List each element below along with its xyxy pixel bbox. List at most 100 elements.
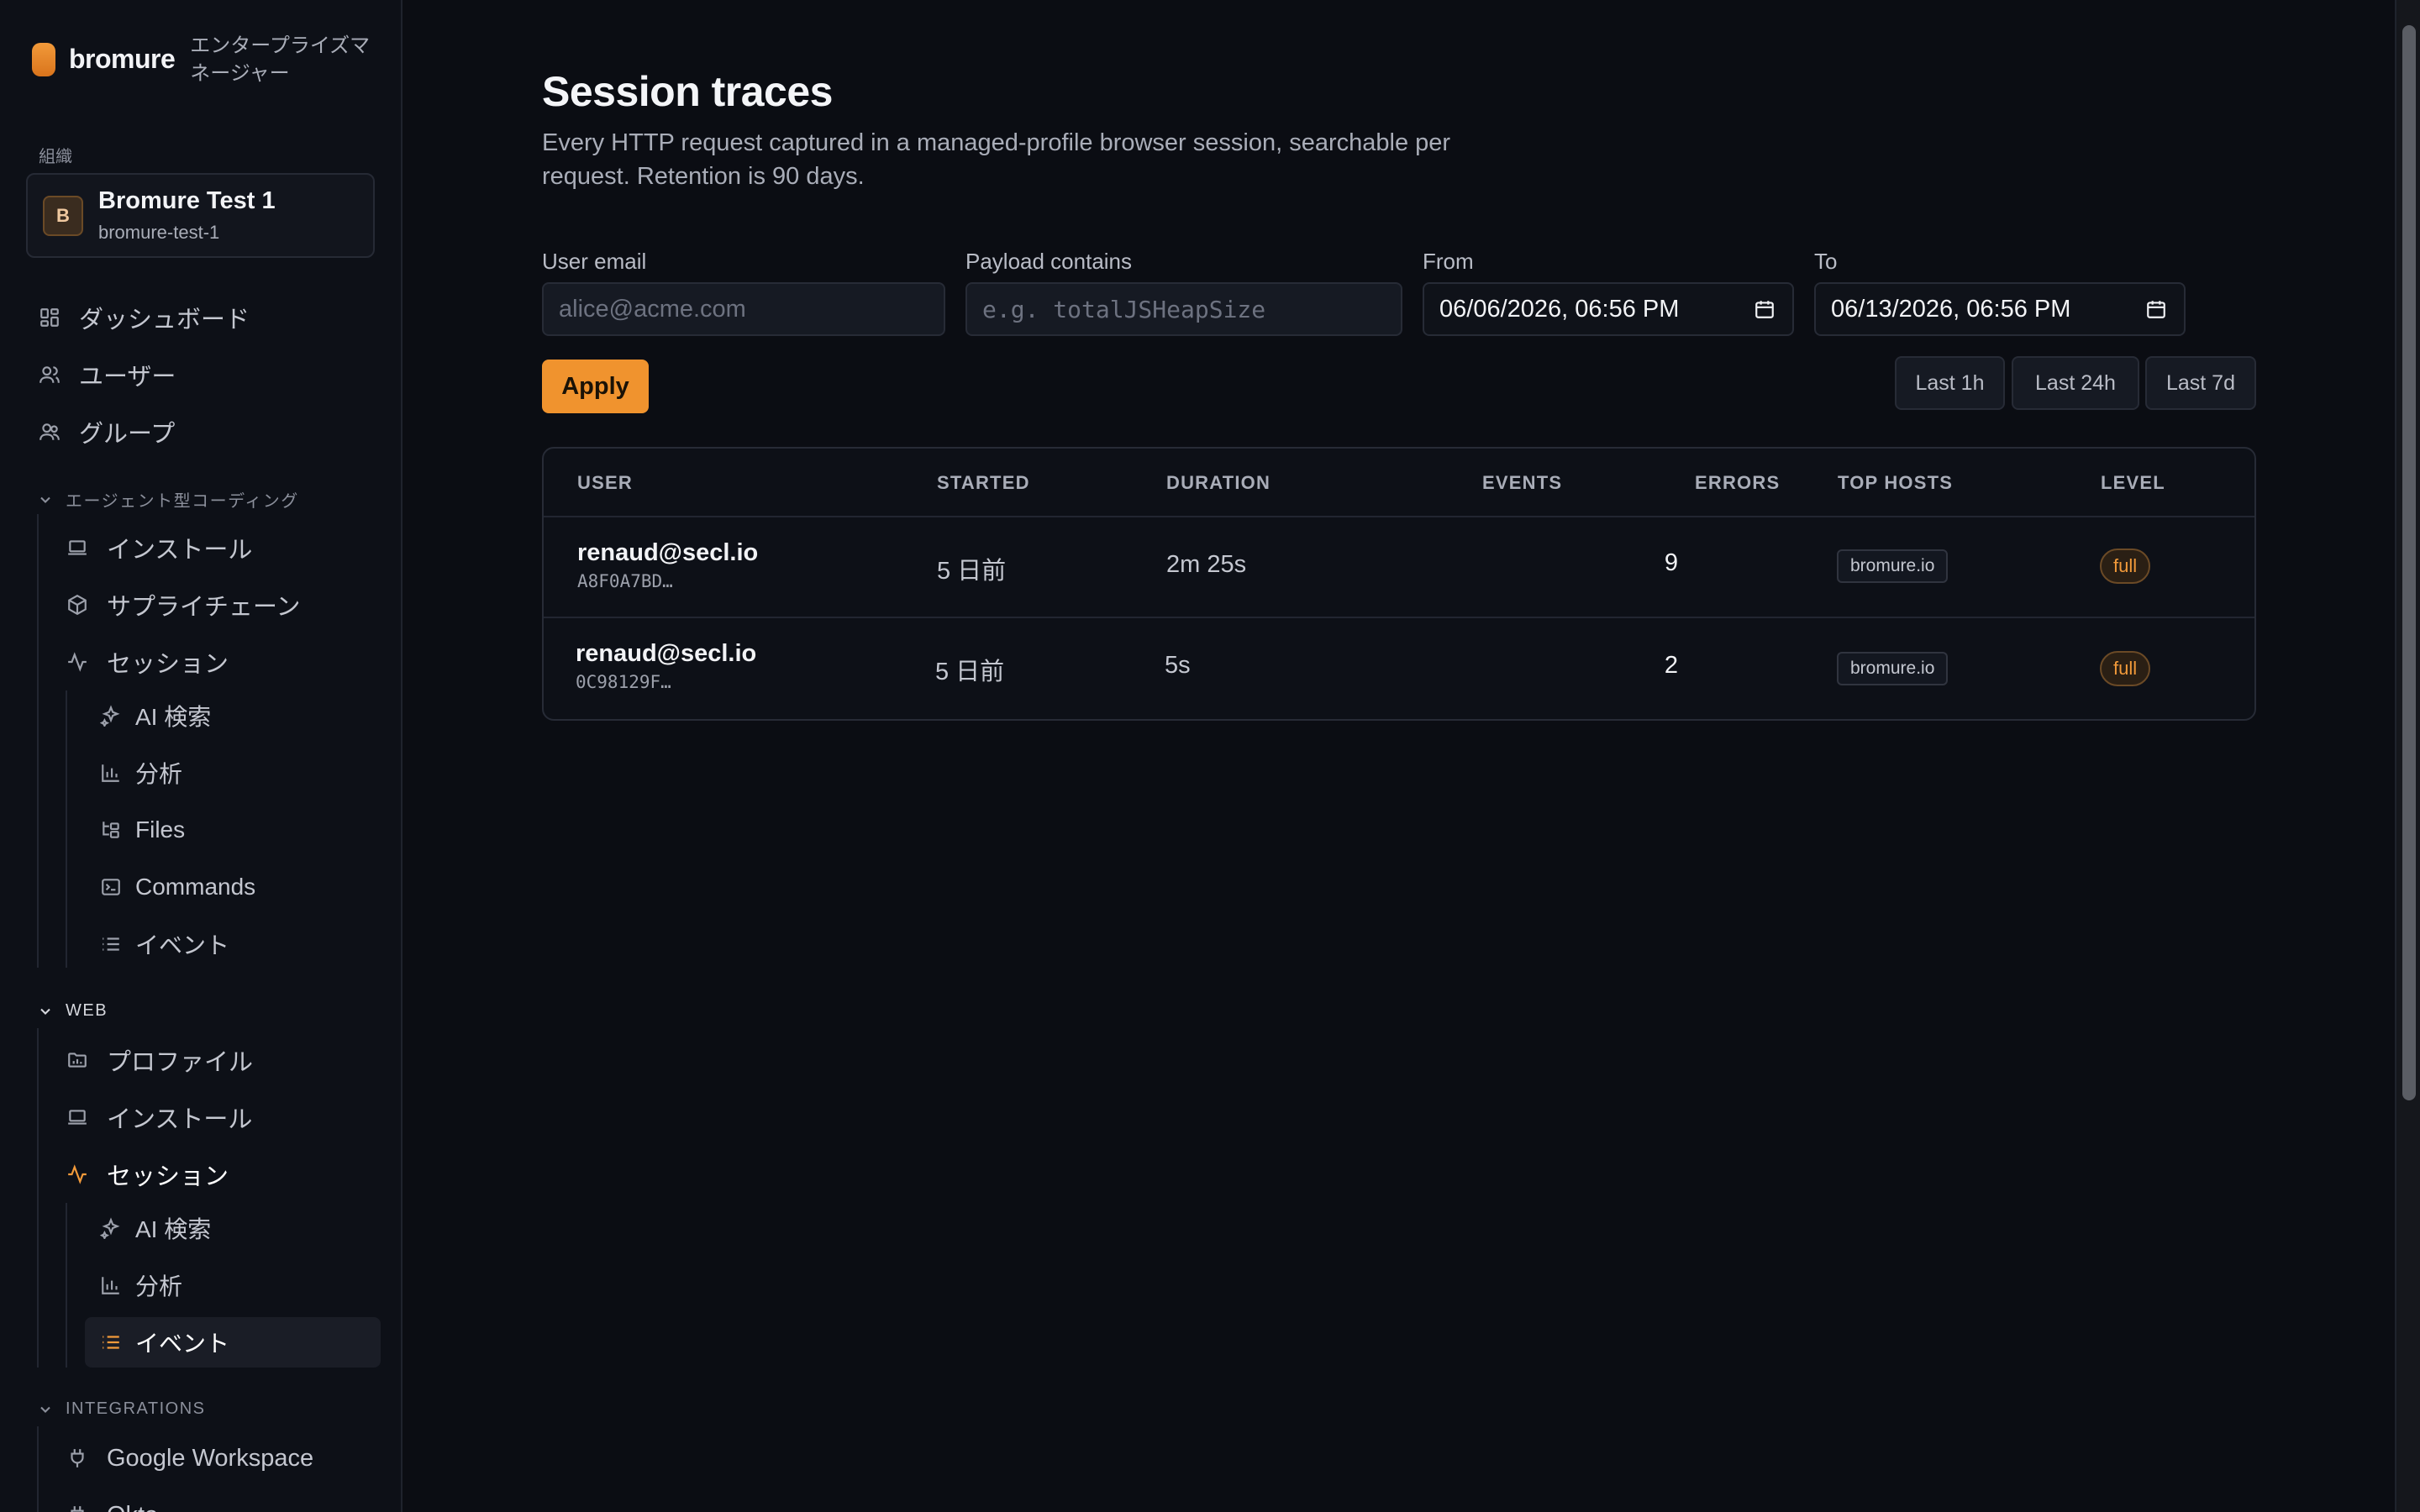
section-agentic-coding[interactable]: エージェント型コーディング [37, 487, 299, 512]
org-name: Bromure Test 1 [98, 187, 276, 214]
bar-chart-icon [98, 760, 124, 785]
sidebar-item-web-ai-search[interactable]: AI 検索 [98, 1203, 211, 1253]
column-header-level[interactable]: LEVEL [2101, 472, 2165, 494]
to-date-value: 06/13/2026, 06:56 PM [1831, 295, 2071, 323]
sessions-table: USER STARTED DURATION EVENTS ERRORS TOP … [542, 447, 2256, 721]
folder-tree-icon [98, 817, 124, 843]
sidebar-item-label: イベント [135, 1331, 230, 1357]
terminal-icon [98, 874, 124, 900]
sidebar-item-label: ダッシュボード [79, 307, 250, 333]
org-switcher[interactable]: B Bromure Test 1 bromure-test-1 [26, 173, 375, 258]
subsection-guide-line [66, 1203, 67, 1368]
last-24h-button[interactable]: Last 24h [2012, 356, 2139, 410]
user-email-input[interactable]: alice@acme.com [542, 282, 945, 336]
sidebar-item-agentic-sessions[interactable]: セッション [65, 637, 229, 687]
sidebar-item-agentic-ai-search[interactable]: AI 検索 [98, 690, 211, 741]
sidebar-item-label: インストール [107, 1106, 253, 1133]
chevron-down-icon [37, 1003, 54, 1020]
sidebar-item-web-events[interactable]: イベント [85, 1317, 381, 1368]
to-date-input[interactable]: 06/13/2026, 06:56 PM [1814, 282, 2186, 336]
section-guide-line [37, 514, 39, 968]
org-label: 組織 [39, 148, 72, 166]
sidebar-item-agentic-analytics[interactable]: 分析 [98, 748, 182, 798]
org-slug: bromure-test-1 [98, 222, 220, 243]
section-guide-line [37, 1426, 39, 1512]
subsection-guide-line [66, 690, 67, 968]
sidebar-item-label: 分析 [135, 761, 183, 787]
row-session-id: A8F0A7BD… [577, 571, 673, 591]
sidebar-item-profiles[interactable]: プロファイル [65, 1035, 253, 1085]
from-date-input[interactable]: 06/06/2026, 06:56 PM [1423, 282, 1794, 336]
section-integrations[interactable]: INTEGRATIONS [37, 1399, 206, 1419]
sidebar: bromure エンタープライズマネージャー 組織 B Bromure Test… [0, 0, 402, 1512]
scrollbar-thumb[interactable] [2402, 25, 2416, 1100]
sidebar-item-users[interactable]: ユーザー [37, 349, 176, 400]
sidebar-item-dashboard[interactable]: ダッシュボード [37, 292, 250, 343]
column-header-events[interactable]: EVENTS [1482, 472, 1562, 494]
sidebar-item-files[interactable]: Files [98, 805, 185, 855]
column-header-user[interactable]: USER [577, 472, 633, 494]
plug-icon [65, 1446, 90, 1471]
section-web[interactable]: WEB [37, 1001, 108, 1021]
sidebar-item-groups[interactable]: グループ [37, 407, 175, 457]
table-divider [544, 617, 2254, 618]
payload-label: Payload contains [965, 249, 1133, 274]
section-guide-line [37, 1028, 39, 1368]
last-7d-button[interactable]: Last 7d [2145, 356, 2256, 410]
brand-name: bromure [69, 44, 176, 74]
sidebar-item-web-install[interactable]: インストール [65, 1092, 252, 1142]
column-header-top-hosts[interactable]: TOP HOSTS [1838, 472, 1953, 494]
column-header-errors[interactable]: ERRORS [1695, 472, 1780, 494]
sidebar-item-supply-chain[interactable]: サプライチェーン [65, 580, 301, 630]
row-level-badge: full [2100, 651, 2151, 686]
row-user[interactable]: renaud@secl.io [576, 640, 756, 668]
laptop-icon [65, 1105, 90, 1130]
sidebar-item-label: Okta [107, 1502, 158, 1512]
sidebar-item-google-workspace[interactable]: Google Workspace [65, 1433, 313, 1483]
sidebar-item-label: AI 検索 [135, 704, 212, 730]
sidebar-item-web-analytics[interactable]: 分析 [98, 1260, 182, 1310]
from-date-value: 06/06/2026, 06:56 PM [1439, 295, 1680, 323]
calendar-icon[interactable] [1754, 298, 1776, 320]
row-level-badge: full [2100, 549, 2151, 584]
activity-icon [65, 649, 90, 675]
dashboard-grid-icon [37, 305, 62, 330]
sidebar-item-agentic-install[interactable]: インストール [65, 522, 252, 573]
row-top-host[interactable]: bromure.io [1837, 549, 1949, 583]
table-divider [544, 516, 2254, 517]
sidebar-item-label: セッション [107, 1163, 229, 1190]
brand[interactable]: bromure エンタープライズマネージャー [32, 32, 383, 87]
sidebar-item-label: Commands [135, 874, 256, 900]
scrollbar[interactable] [2395, 0, 2420, 1512]
list-icon [98, 1330, 124, 1355]
apply-button[interactable]: Apply [542, 360, 649, 413]
column-header-duration[interactable]: DURATION [1166, 472, 1270, 494]
sidebar-item-label: サプライチェーン [107, 594, 301, 621]
chevron-down-icon [37, 1401, 54, 1418]
row-events: 2 [1664, 652, 1678, 679]
sparkles-icon [98, 703, 124, 728]
sidebar-item-next-integration[interactable]: Okta [65, 1490, 158, 1512]
row-top-host[interactable]: bromure.io [1837, 652, 1949, 685]
sidebar-item-web-sessions[interactable]: セッション [65, 1149, 229, 1200]
sidebar-item-label: グループ [79, 421, 176, 448]
sidebar-item-label: ユーザー [79, 364, 176, 391]
sidebar-item-commands[interactable]: Commands [98, 862, 255, 912]
users-icon [37, 362, 62, 387]
payload-input[interactable]: e.g. totalJSHeapSize [965, 282, 1402, 336]
section-label: エージェント型コーディング [66, 492, 299, 511]
column-header-started[interactable]: STARTED [937, 472, 1030, 494]
package-icon [65, 592, 90, 617]
sidebar-item-label: 分析 [135, 1273, 183, 1299]
sparkles-icon [98, 1215, 124, 1241]
row-duration: 5s [1165, 652, 1191, 679]
last-1h-button[interactable]: Last 1h [1895, 356, 2005, 410]
sidebar-item-label: Files [135, 816, 186, 843]
row-started: 5 日前 [935, 659, 1005, 685]
row-duration: 2m 25s [1166, 551, 1247, 578]
row-started: 5 日前 [937, 558, 1007, 585]
sidebar-item-agentic-events[interactable]: イベント [98, 919, 229, 969]
calendar-icon[interactable] [2145, 298, 2167, 320]
folder-chart-icon [65, 1047, 90, 1073]
list-icon [98, 932, 124, 957]
